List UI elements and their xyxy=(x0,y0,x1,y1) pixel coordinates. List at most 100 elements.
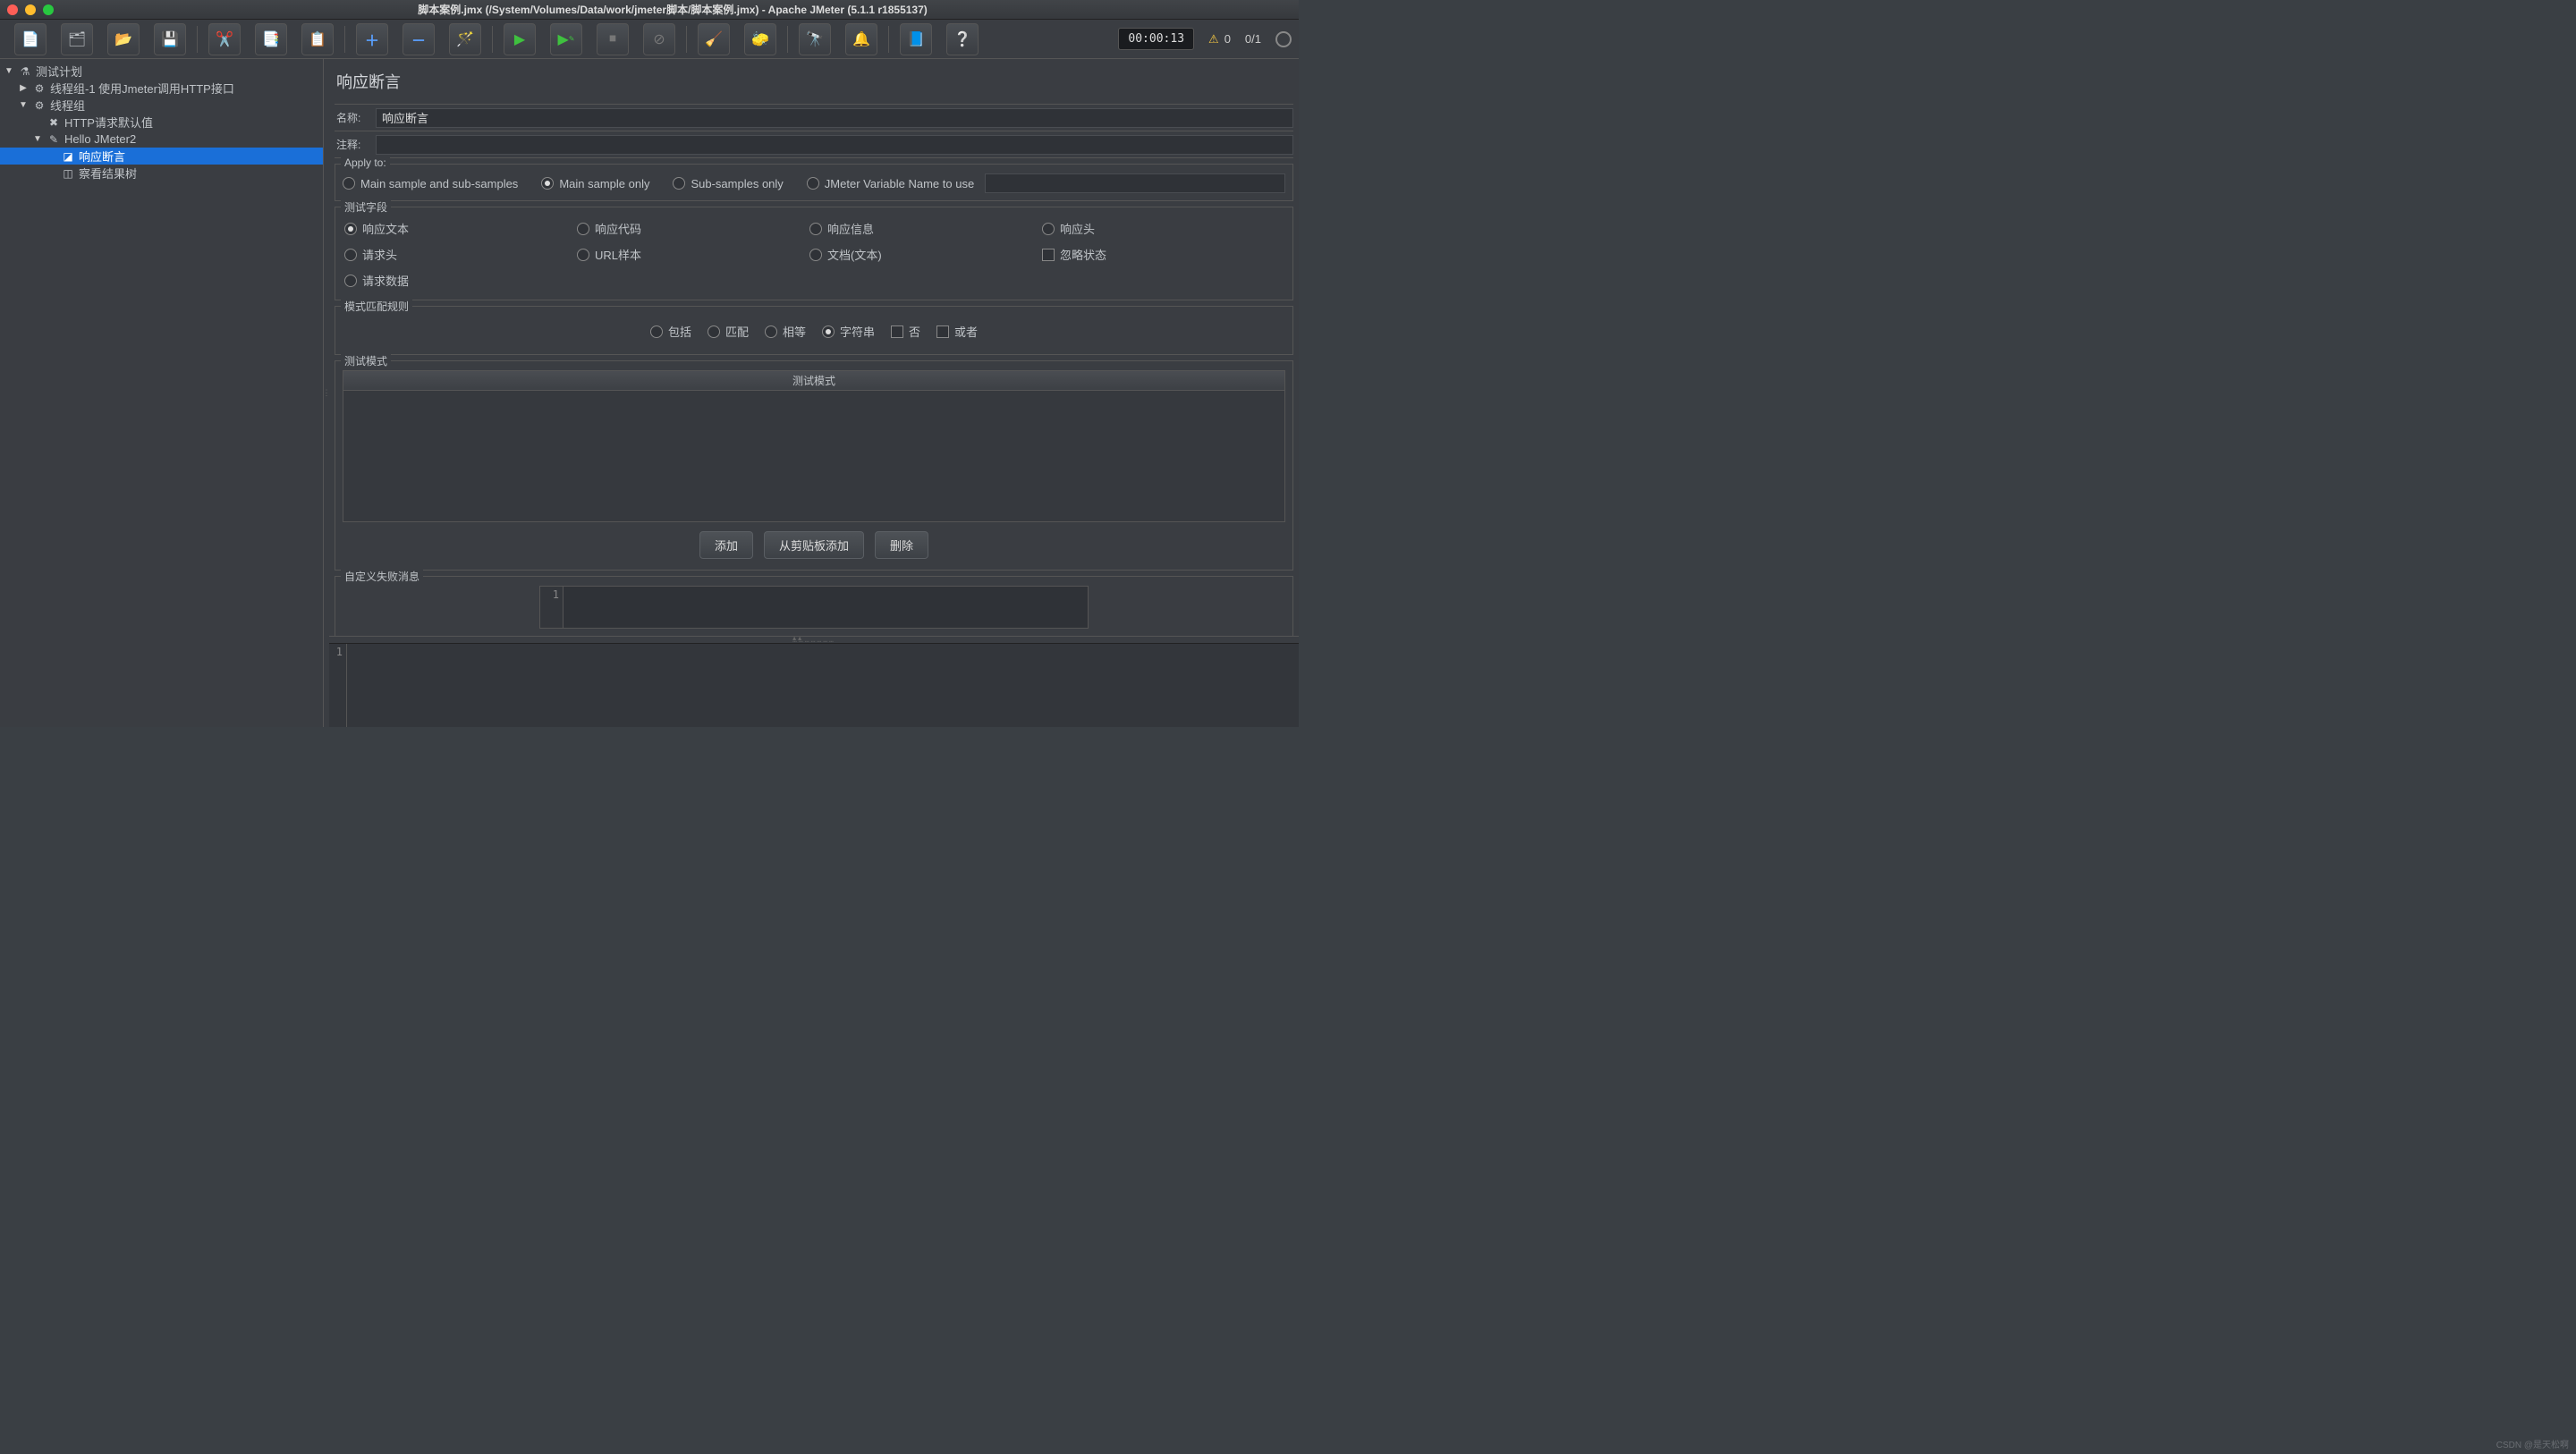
apply-to-legend: Apply to: xyxy=(341,156,390,169)
apply-to-radio[interactable]: Main sample and sub-samples xyxy=(343,177,518,190)
radio-icon xyxy=(577,223,589,235)
tree-item-label: 线程组 xyxy=(50,97,85,114)
window-title: 脚本案例.jmx (/System/Volumes/Data/work/jmet… xyxy=(54,2,1292,17)
rule-radio[interactable]: 相等 xyxy=(765,323,806,340)
start-no-pause-button[interactable]: ▶✎ xyxy=(550,23,582,55)
reset-search-button[interactable]: 🔔 xyxy=(845,23,877,55)
stop-button[interactable]: ⏹ xyxy=(597,23,629,55)
radio-icon xyxy=(765,325,777,338)
apply-to-radio[interactable]: JMeter Variable Name to use xyxy=(807,177,974,190)
tree-toggle-icon[interactable]: ▼ xyxy=(32,134,43,144)
add-from-clipboard-button[interactable]: 从剪贴板添加 xyxy=(764,531,864,559)
check-label: 否 xyxy=(909,323,920,340)
test-plan-tree[interactable]: ▼⚗测试计划▶⚙线程组-1 使用Jmeter调用HTTP接口▼⚙线程组✖HTTP… xyxy=(0,59,324,727)
tree-item-icon: ✖ xyxy=(47,115,61,130)
tree-item-icon: ⚗ xyxy=(18,64,32,79)
wand-button[interactable]: 🪄 xyxy=(449,23,481,55)
checkbox-icon xyxy=(1042,249,1055,261)
save-button[interactable]: 💾 xyxy=(154,23,186,55)
log-panel[interactable]: 1 xyxy=(329,643,1299,727)
new-file-button[interactable]: 📄 xyxy=(14,23,47,55)
radio-label: URL样本 xyxy=(595,246,641,263)
clear-button[interactable]: 🧹 xyxy=(698,23,730,55)
test-field-radio[interactable]: URL样本 xyxy=(577,246,809,263)
rule-radio[interactable]: 包括 xyxy=(650,323,691,340)
tree-node[interactable]: ✖HTTP请求默认值 xyxy=(0,114,323,131)
tree-toggle-icon[interactable]: ▼ xyxy=(4,66,14,76)
horizontal-splitter[interactable]: ▴▴┄┄┄┄┄┄┄ xyxy=(329,636,1299,643)
rule-radio[interactable]: 字符串 xyxy=(822,323,875,340)
radio-label: JMeter Variable Name to use xyxy=(825,177,974,190)
rule-check[interactable]: 否 xyxy=(891,323,920,340)
delete-pattern-button[interactable]: 删除 xyxy=(875,531,928,559)
patterns-table[interactable]: 测试模式 xyxy=(343,370,1285,522)
tree-item-label: Hello JMeter2 xyxy=(64,132,136,146)
help-button[interactable]: ❔ xyxy=(946,23,979,55)
name-label: 名称: xyxy=(335,106,376,129)
tree-item-icon: ⚙ xyxy=(32,98,47,113)
close-window-button[interactable] xyxy=(7,4,18,15)
search-button[interactable]: 🔭 xyxy=(799,23,831,55)
failure-message-editor[interactable]: 1 xyxy=(539,586,1089,629)
status-indicator-icon xyxy=(1275,31,1292,47)
rule-radio[interactable]: 匹配 xyxy=(708,323,749,340)
tree-item-icon: ⚙ xyxy=(32,81,47,96)
test-field-radio[interactable]: 响应代码 xyxy=(577,220,809,237)
toolbar: 📄 🗂 📂 💾 ✂️ 📑 📋 ＋ － 🪄 ▶ ▶✎ ⏹ ⊘ 🧹 🧽 🔭 🔔 📘 … xyxy=(0,20,1299,59)
tree-node[interactable]: ▶⚙线程组-1 使用Jmeter调用HTTP接口 xyxy=(0,80,323,97)
patterns-col-header: 测试模式 xyxy=(343,371,1284,391)
test-field-radio[interactable]: 响应文本 xyxy=(344,220,577,237)
remove-button[interactable]: － xyxy=(402,23,435,55)
test-field-radio[interactable]: 响应头 xyxy=(1042,220,1284,237)
test-field-radio[interactable]: 响应信息 xyxy=(809,220,1042,237)
tree-item-icon: ◫ xyxy=(61,166,75,181)
clear-all-button[interactable]: 🧽 xyxy=(744,23,776,55)
test-field-radio[interactable]: 请求数据 xyxy=(344,272,577,289)
zoom-window-button[interactable] xyxy=(43,4,54,15)
tree-node[interactable]: ▼⚗测试计划 xyxy=(0,63,323,80)
radio-label: Main sample and sub-samples xyxy=(360,177,518,190)
tree-toggle-icon[interactable]: ▶ xyxy=(18,83,29,93)
cut-button[interactable]: ✂️ xyxy=(208,23,241,55)
radio-icon xyxy=(343,177,355,190)
test-field-radio[interactable]: 文档(文本) xyxy=(809,246,1042,263)
shutdown-button[interactable]: ⊘ xyxy=(643,23,675,55)
warning-count[interactable]: ⚠0 xyxy=(1208,32,1231,46)
titlebar: 脚本案例.jmx (/System/Volumes/Data/work/jmet… xyxy=(0,0,1299,20)
add-pattern-button[interactable]: 添加 xyxy=(699,531,753,559)
rule-fieldset: 模式匹配规则 包括匹配相等字符串否或者 xyxy=(335,306,1293,355)
rule-check[interactable]: 或者 xyxy=(936,323,978,340)
ignore-status-check[interactable]: 忽略状态 xyxy=(1042,246,1284,263)
tree-toggle-icon[interactable]: ▼ xyxy=(18,100,29,110)
radio-label: 包括 xyxy=(668,323,691,340)
tree-node[interactable]: ▼⚙线程组 xyxy=(0,97,323,114)
minimize-window-button[interactable] xyxy=(25,4,36,15)
panel-heading: 响应断言 xyxy=(335,63,1293,104)
name-input[interactable] xyxy=(376,108,1293,128)
comment-label: 注释: xyxy=(335,133,376,156)
checkbox-icon xyxy=(936,325,949,338)
tree-node[interactable]: ▼✎Hello JMeter2 xyxy=(0,131,323,148)
templates-button[interactable]: 🗂 xyxy=(61,23,93,55)
copy-button[interactable]: 📑 xyxy=(255,23,287,55)
radio-icon xyxy=(344,249,357,261)
start-button[interactable]: ▶ xyxy=(504,23,536,55)
paste-button[interactable]: 📋 xyxy=(301,23,334,55)
function-helper-button[interactable]: 📘 xyxy=(900,23,932,55)
radio-label: 匹配 xyxy=(725,323,749,340)
apply-to-radio[interactable]: Main sample only xyxy=(541,177,649,190)
comment-input[interactable] xyxy=(376,135,1293,155)
jmeter-variable-input[interactable] xyxy=(985,173,1285,193)
radio-label: 请求头 xyxy=(362,246,397,263)
tree-node[interactable]: ◪响应断言 xyxy=(0,148,323,165)
add-button[interactable]: ＋ xyxy=(356,23,388,55)
tree-node[interactable]: ◫ 察看结果树 xyxy=(0,165,323,182)
radio-label: 文档(文本) xyxy=(827,246,882,263)
test-field-radio[interactable]: 请求头 xyxy=(344,246,577,263)
radio-label: 请求数据 xyxy=(362,272,409,289)
open-button[interactable]: 📂 xyxy=(107,23,140,55)
radio-label: Sub-samples only xyxy=(691,177,783,190)
tree-item-label: 察看结果树 xyxy=(79,165,137,182)
apply-to-radio[interactable]: Sub-samples only xyxy=(673,177,783,190)
radio-icon xyxy=(809,223,822,235)
